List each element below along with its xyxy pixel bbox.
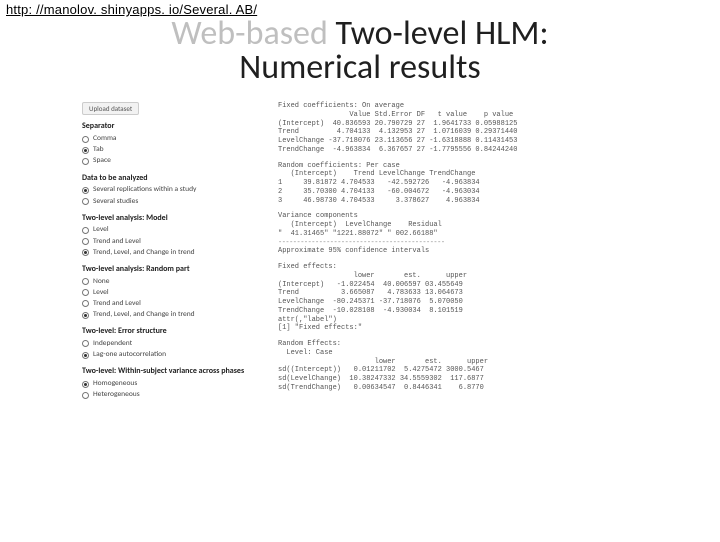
radio-label: Trend and Level [93, 299, 141, 309]
output-line: Trend 4.704133 4.132953 27 1.0716039 0.2… [278, 128, 638, 137]
radio-label: Trend and Level [93, 237, 141, 247]
group-title: Two-level: Within-subject variance acros… [82, 366, 262, 377]
group-title: Data to be analyzed [82, 173, 262, 184]
radio-label: None [93, 277, 109, 287]
radio-label: Lag-one autocorrelation [93, 350, 166, 360]
option-group: Two-level analysis: Random part NoneLevel… [82, 264, 262, 320]
radio-icon [82, 227, 89, 234]
radio-label: Heterogeneous [93, 390, 140, 400]
output-line: " 41.31465" "1221.88072" " 002.66188" [278, 230, 638, 239]
radio-label: Level [93, 288, 109, 298]
output-line: (Intercept) 40.836593 20.790729 27 1.964… [278, 120, 638, 129]
radio-label: Trend, Level, and Change in trend [93, 248, 195, 258]
radio-icon [82, 352, 89, 359]
radio-label: Space [93, 156, 111, 166]
output-line: Fixed effects: [278, 263, 638, 272]
output-pane: Fixed coefficients: On average Value Std… [278, 102, 638, 393]
group-title: Separator [82, 121, 262, 132]
output-line: attr(,"label") [278, 316, 638, 325]
radio-icon [82, 158, 89, 165]
radio-option[interactable]: Several studies [82, 197, 262, 207]
radio-option[interactable]: Homogeneous [82, 379, 262, 389]
radio-icon [82, 392, 89, 399]
radio-icon [82, 340, 89, 347]
group-title: Two-level analysis: Model [82, 213, 262, 224]
radio-label: Several replications within a study [93, 185, 196, 195]
option-group: Two-level: Error structure IndependentLag… [82, 326, 262, 360]
output-line: (Intercept) LevelChange Residual [278, 221, 638, 230]
radio-label: Independent [93, 339, 132, 349]
group-title: Two-level: Error structure [82, 326, 262, 337]
radio-option[interactable]: Level [82, 288, 262, 298]
output-line: Trend 3.665087 4.783633 13.064673 [278, 289, 638, 298]
output-line: 2 35.70300 4.704133 -60.004672 -4.963034 [278, 188, 638, 197]
radio-icon [82, 147, 89, 154]
output-line: Random coefficients: Per case [278, 162, 638, 171]
radio-option[interactable]: Trend, Level, and Change in trend [82, 310, 262, 320]
option-group: Data to be analyzedSeveral replications … [82, 173, 262, 207]
radio-option[interactable]: Tab [82, 145, 262, 155]
title-line2: Numerical results [0, 50, 720, 86]
output-line: Random Effects: [278, 340, 638, 349]
radio-label: Level [93, 225, 109, 235]
option-group: Two-level analysis: ModelLevel Trend and … [82, 213, 262, 258]
radio-option[interactable]: Independent [82, 339, 262, 349]
radio-label: Comma [93, 134, 117, 144]
radio-option[interactable]: Trend, Level, and Change in trend [82, 248, 262, 258]
option-group: Two-level: Within-subject variance acros… [82, 366, 262, 400]
radio-label: Homogeneous [93, 379, 137, 389]
output-line: LevelChange -37.718076 23.113656 27 -1.6… [278, 137, 638, 146]
output-line: Fixed coefficients: On average [278, 102, 638, 111]
radio-option[interactable]: Space [82, 156, 262, 166]
radio-option[interactable]: None [82, 277, 262, 287]
output-line: Variance components [278, 212, 638, 221]
radio-option[interactable]: Heterogeneous [82, 390, 262, 400]
output-line: Approximate 95% confidence intervals [278, 247, 638, 256]
output-line: Level: Case [278, 349, 638, 358]
output-line: Value Std.Error DF t value p value [278, 111, 638, 120]
output-line: sd((Intercept)) 0.01211702 5.4275472 300… [278, 366, 638, 375]
radio-option[interactable]: Trend and Level [82, 299, 262, 309]
sidebar: Upload dataset Separator CommaTabSpace Dat… [82, 102, 262, 406]
radio-label: Trend, Level, and Change in trend [93, 310, 195, 320]
output-line: [1] "Fixed effects:" [278, 324, 638, 333]
output-line: LevelChange -80.245371 -37.718076 5.0700… [278, 298, 638, 307]
output-line: (Intercept) -1.022454 40.006597 03.45564… [278, 281, 638, 290]
radio-icon [82, 136, 89, 143]
output-line: 3 46.98730 4.704533 3.378627 4.963834 [278, 197, 638, 206]
output-line: lower est. upper [278, 272, 638, 281]
radio-icon [82, 238, 89, 245]
radio-icon [82, 278, 89, 285]
app-panel: Upload dataset Separator CommaTabSpace Dat… [82, 102, 640, 542]
radio-label: Several studies [93, 197, 138, 207]
output-line: TrendChange -4.963834 6.367657 27 -1.779… [278, 146, 638, 155]
group-title: Two-level analysis: Random part [82, 264, 262, 275]
upload-button[interactable]: Upload dataset [82, 102, 139, 115]
output-line: ----------------------------------------… [278, 239, 638, 248]
radio-option[interactable]: Comma [82, 134, 262, 144]
output-line: TrendChange -10.028108 -4.930034 8.10151… [278, 307, 638, 316]
radio-option[interactable]: Lag-one autocorrelation [82, 350, 262, 360]
radio-icon [82, 249, 89, 256]
output-line: sd(TrendChange) 0.00634547 0.8446341 6.8… [278, 384, 638, 393]
slide-title: Web-based Two-level HLM: Numerical resul… [0, 16, 720, 85]
radio-icon [82, 381, 89, 388]
output-line: lower est. upper [278, 358, 638, 367]
radio-option[interactable]: Several replications within a study [82, 185, 262, 195]
output-line: sd(LevelChange) 10.38247332 34.5559302 1… [278, 375, 638, 384]
radio-icon [82, 187, 89, 194]
radio-label: Tab [93, 145, 104, 155]
radio-icon [82, 312, 89, 319]
output-line: (Intercept) Trend LevelChange TrendChang… [278, 170, 638, 179]
option-group: Separator CommaTabSpace [82, 121, 262, 166]
output-line: 1 39.81872 4.704533 -42.592726 -4.963834 [278, 179, 638, 188]
radio-option[interactable]: Level [82, 225, 262, 235]
radio-icon [82, 198, 89, 205]
radio-icon [82, 300, 89, 307]
radio-option[interactable]: Trend and Level [82, 237, 262, 247]
radio-icon [82, 289, 89, 296]
